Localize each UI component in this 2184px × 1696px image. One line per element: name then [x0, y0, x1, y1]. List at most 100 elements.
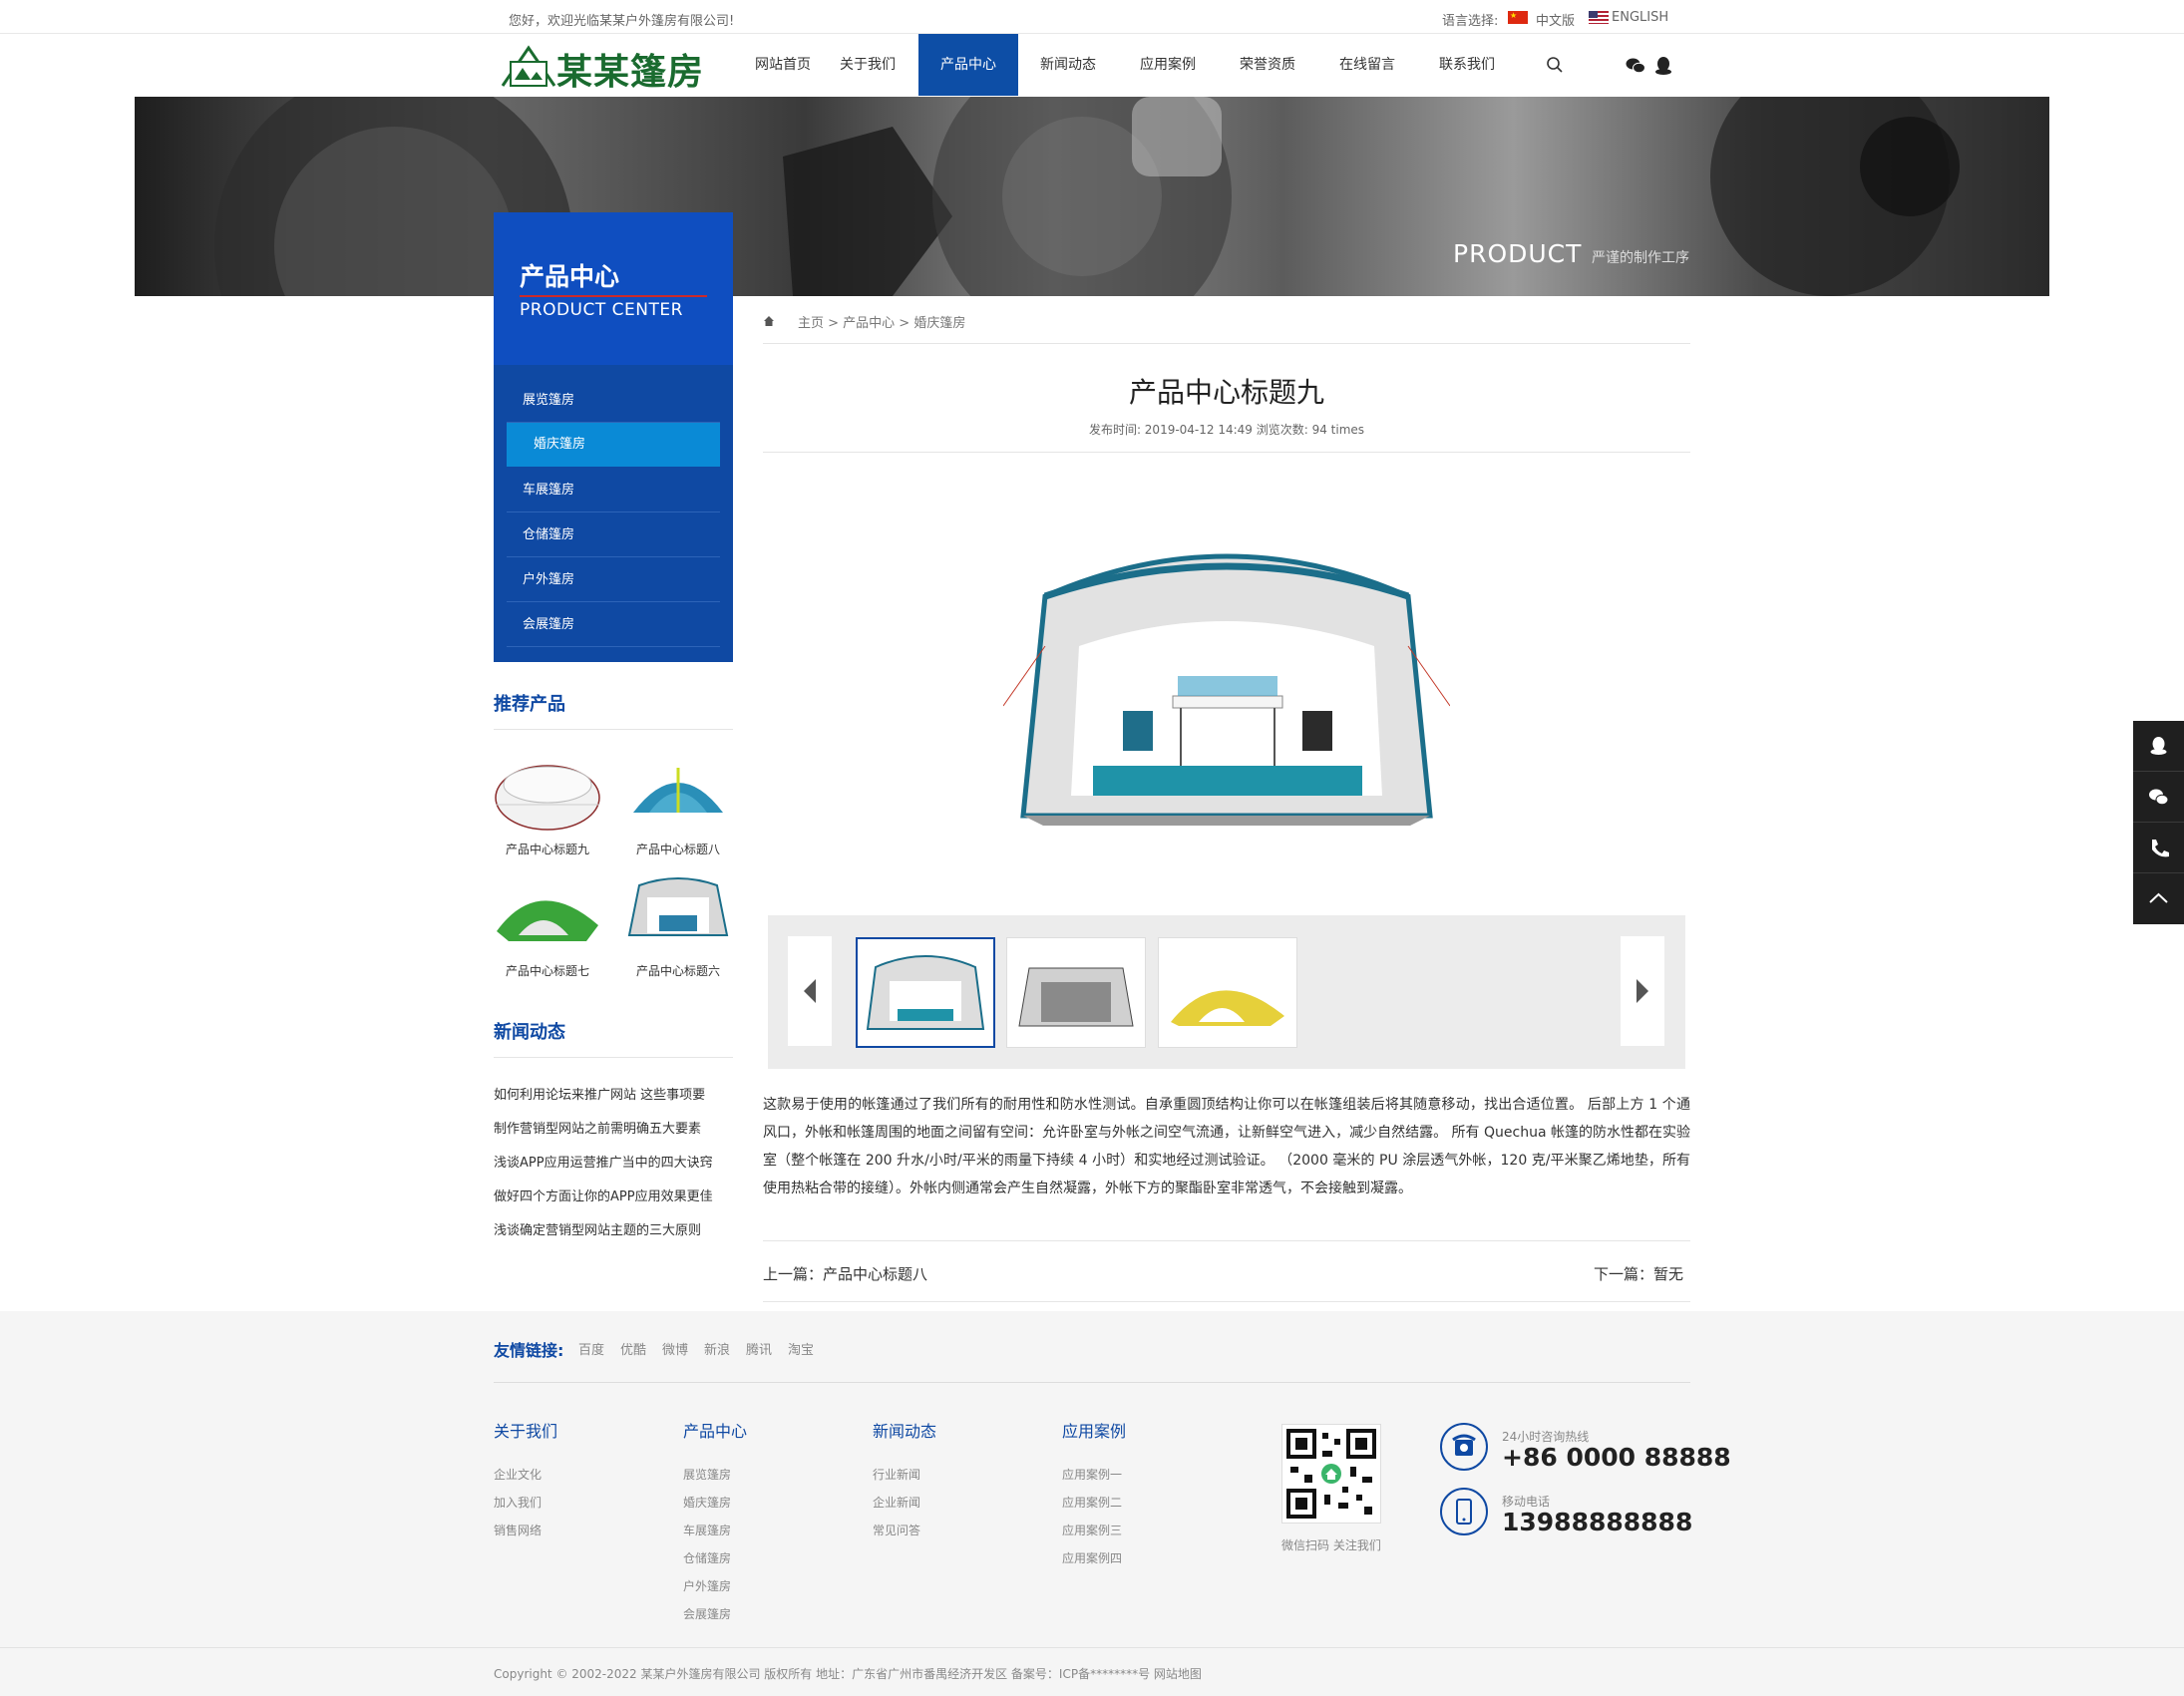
- footer-col-title-products[interactable]: 产品中心: [683, 1418, 747, 1442]
- float-back-to-top-button[interactable]: [2133, 873, 2184, 924]
- sidebar-item-auto-show[interactable]: 车展篷房: [507, 469, 720, 512]
- hotline-number: +86 0000 88888: [1502, 1443, 1731, 1472]
- recommend-caption-7[interactable]: 产品中心标题七: [489, 962, 606, 979]
- sidebar-title: 产品中心: [520, 262, 620, 291]
- footer-link[interactable]: 应用案例二: [1062, 1494, 1122, 1511]
- qq-icon: [2150, 737, 2167, 755]
- sidebar-item-wedding[interactable]: 婚庆篷房: [507, 423, 720, 467]
- nav-contact[interactable]: 联系我们: [1432, 34, 1502, 96]
- news-item[interactable]: 制作营销型网站之前需明确五大要素: [494, 1118, 733, 1137]
- qr-code-icon: [1286, 1429, 1376, 1519]
- thumbnail-image: [1171, 990, 1284, 1026]
- friend-link[interactable]: 腾讯: [746, 1339, 772, 1358]
- carousel-next-button[interactable]: [1621, 936, 1664, 1046]
- footer-link[interactable]: 应用案例四: [1062, 1549, 1122, 1566]
- prev-article-link[interactable]: 上一篇：产品中心标题八: [763, 1263, 927, 1284]
- telephone-icon: [1440, 1423, 1488, 1471]
- search-icon[interactable]: [1546, 56, 1564, 74]
- next-article-link[interactable]: 下一篇：暂无: [1594, 1263, 1683, 1284]
- nav-message[interactable]: 在线留言: [1332, 34, 1402, 96]
- news-item[interactable]: 浅谈确定营销型网站主题的三大原则: [494, 1219, 733, 1238]
- thumbnail-2[interactable]: [1006, 937, 1146, 1048]
- nav-honors[interactable]: 荣誉资质: [1233, 34, 1302, 96]
- recommend-image-6[interactable]: [619, 865, 737, 955]
- footer-link[interactable]: 销售网络: [494, 1522, 542, 1538]
- copyright-divider: [0, 1647, 2184, 1648]
- footer-link[interactable]: 加入我们: [494, 1494, 542, 1511]
- news-title: 新闻动态: [494, 1022, 565, 1043]
- recommend-image-7[interactable]: [489, 865, 606, 955]
- product-main-image: [1003, 553, 1450, 826]
- friend-link[interactable]: 微博: [662, 1339, 688, 1358]
- arrow-right-icon: [1637, 979, 1648, 1003]
- footer-link[interactable]: 应用案例一: [1062, 1466, 1122, 1483]
- recommend-divider: [494, 729, 733, 730]
- carousel-prev-button[interactable]: [788, 936, 832, 1046]
- footer-link[interactable]: 应用案例三: [1062, 1522, 1122, 1538]
- footer-link[interactable]: 行业新闻: [873, 1466, 920, 1483]
- sidebar-item-outdoor[interactable]: 户外篷房: [507, 558, 720, 602]
- nav-about[interactable]: 关于我们: [833, 34, 903, 96]
- recommend-caption-8[interactable]: 产品中心标题八: [619, 841, 737, 857]
- nav-home[interactable]: 网站首页: [748, 34, 818, 96]
- friend-link[interactable]: 淘宝: [788, 1339, 814, 1358]
- friend-links-label: 友情链接:: [494, 1341, 564, 1360]
- banner-title: PRODUCT: [1453, 239, 1583, 268]
- recommend-caption-6[interactable]: 产品中心标题六: [619, 962, 737, 979]
- wechat-icon: [2149, 789, 2169, 806]
- nav-cases[interactable]: 应用案例: [1133, 34, 1203, 96]
- news-item[interactable]: 做好四个方面让你的APP应用效果更佳: [494, 1186, 733, 1204]
- footer-col-title-about[interactable]: 关于我们: [494, 1418, 557, 1442]
- footer-link[interactable]: 常见问答: [873, 1522, 920, 1538]
- thumbnail-1[interactable]: [856, 937, 995, 1048]
- friend-link[interactable]: 新浪: [704, 1339, 730, 1358]
- breadcrumb[interactable]: 主页 > 产品中心 > 婚庆篷房: [798, 312, 965, 331]
- friend-link[interactable]: 百度: [578, 1339, 604, 1358]
- recommend-image-8[interactable]: [619, 743, 737, 833]
- friend-links-divider: [494, 1382, 1690, 1383]
- footer-col-title-news[interactable]: 新闻动态: [873, 1418, 936, 1442]
- thumbnail-3[interactable]: [1158, 937, 1297, 1048]
- sidebar-item-exhibition[interactable]: 展览篷房: [507, 379, 720, 423]
- chevron-up-icon: [2149, 892, 2168, 903]
- top-bar: [0, 0, 2184, 34]
- product-description: 这款易于使用的帐篷通过了我们所有的耐用性和防水性测试。自承重圆顶结构让你可以在帐…: [763, 1097, 1690, 1196]
- article-meta: 发布时间: 2019-04-12 14:49 浏览次数: 94 times: [1088, 423, 1365, 437]
- float-phone-button[interactable]: [2133, 823, 2184, 873]
- footer-link[interactable]: 仓储篷房: [683, 1549, 731, 1566]
- footer-link[interactable]: 会展篷房: [683, 1605, 731, 1622]
- banner-subtitle: 严谨的制作工序: [1592, 250, 1689, 266]
- lang-english-link[interactable]: ENGLISH: [1612, 10, 1668, 25]
- float-wechat-button[interactable]: [2133, 772, 2184, 823]
- float-qq-button[interactable]: [2133, 721, 2184, 772]
- footer-col-title-cases[interactable]: 应用案例: [1062, 1418, 1126, 1442]
- nav-news[interactable]: 新闻动态: [1033, 34, 1103, 96]
- meta-divider: [763, 452, 1690, 453]
- sidebar-item-storage[interactable]: 仓储篷房: [507, 513, 720, 557]
- wechat-icon[interactable]: [1626, 57, 1645, 75]
- lang-chinese-link[interactable]: 中文版: [1536, 10, 1575, 29]
- footer-link[interactable]: 车展篷房: [683, 1522, 731, 1538]
- footer-link[interactable]: 企业文化: [494, 1466, 542, 1483]
- recommend-image-9[interactable]: [489, 743, 606, 833]
- friend-link[interactable]: 优酷: [620, 1339, 646, 1358]
- footer-link[interactable]: 户外篷房: [683, 1577, 731, 1594]
- recommend-caption-9[interactable]: 产品中心标题九: [489, 841, 606, 857]
- qq-icon[interactable]: [1654, 56, 1672, 76]
- footer-link[interactable]: 婚庆篷房: [683, 1494, 731, 1511]
- footer-link[interactable]: 企业新闻: [873, 1494, 920, 1511]
- news-divider: [494, 1057, 733, 1058]
- home-icon[interactable]: [763, 315, 775, 327]
- sidebar-subtitle: PRODUCT CENTER: [520, 300, 683, 320]
- nav-products[interactable]: 产品中心: [918, 34, 1018, 96]
- news-item[interactable]: 浅谈APP应用运营推广当中的四大诀窍: [494, 1152, 733, 1171]
- logo-text[interactable]: 某某篷房: [556, 43, 704, 95]
- news-item[interactable]: 如何利用论坛来推广网站 这些事项要: [494, 1084, 733, 1103]
- language-label: 语言选择:: [1442, 14, 1499, 29]
- china-flag-icon[interactable]: [1508, 11, 1528, 24]
- us-flag-icon[interactable]: [1589, 11, 1609, 24]
- footer-link[interactable]: 展览篷房: [683, 1466, 731, 1483]
- arrow-left-icon: [804, 979, 816, 1003]
- mobile-phone-icon: [1440, 1488, 1488, 1535]
- sidebar-item-convention[interactable]: 会展篷房: [507, 603, 720, 647]
